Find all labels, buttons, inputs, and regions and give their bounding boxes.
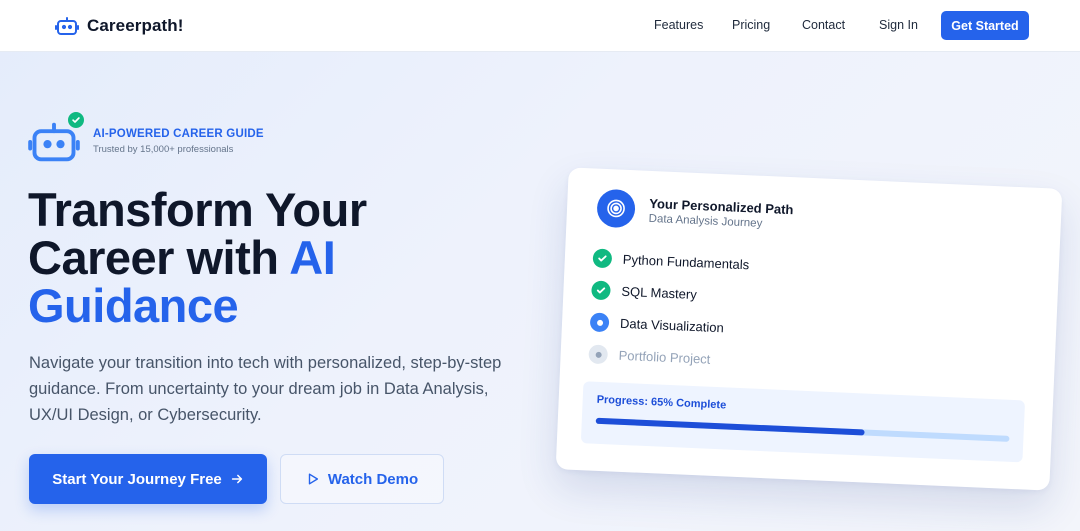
card-subtitle: Data Analysis Journey [648,212,763,230]
progress-panel: Progress: 65% Complete [580,381,1026,463]
step-label: Data Visualization [619,315,725,336]
step-label: Python Fundamentals [622,251,750,273]
badge-subtitle: Trusted by 15,000+ professionals [93,144,234,155]
check-circle-icon [592,248,613,269]
check-circle-icon [591,280,611,301]
progress-fill [595,417,865,436]
headline-line-1: Transform Your [28,183,367,236]
get-started-button[interactable]: Get Started [941,11,1029,40]
arrow-right-icon [231,474,242,484]
path-step: Python Fundamentals [592,248,750,275]
path-step: SQL Mastery [591,280,697,304]
hero-headline: Transform Your Career with AI Guidance [28,186,528,330]
check-circle-icon [66,110,86,130]
headline-accent-ai: AI [289,231,336,284]
progress-label: Progress: 65% Complete [596,393,727,412]
nav-links: Features Pricing Contact Sign In [0,0,1080,52]
headline-accent-guidance: Guidance [28,279,239,332]
nav-link-contact[interactable]: Contact [802,18,845,32]
progress-track [595,417,1010,442]
badge-title: AI-POWERED CAREER GUIDE [93,128,264,140]
start-journey-button[interactable]: Start Your Journey Free [29,454,267,504]
pending-step-icon [588,344,609,365]
personalized-path-card: Your Personalized Path Data Analysis Jou… [555,167,1063,491]
watch-demo-button[interactable]: Watch Demo [280,454,444,504]
path-step: Data Visualization [589,312,725,337]
nav-link-features[interactable]: Features [654,18,703,32]
target-icon [596,188,636,229]
top-nav: Careerpath! Features Pricing Contact Sig… [0,0,1080,52]
step-label: Portfolio Project [618,347,711,367]
hero-description: Navigate your transition into tech with … [29,354,502,424]
headline-line-2: Career with [28,231,290,284]
path-step: Portfolio Project [588,344,711,368]
ai-badge-icon [28,110,88,166]
current-step-icon [589,312,610,333]
step-label: SQL Mastery [621,283,698,303]
nav-link-pricing[interactable]: Pricing [732,18,770,32]
watch-demo-label: Watch Demo [327,470,419,488]
start-journey-label: Start Your Journey Free [52,470,222,488]
play-icon [308,473,318,485]
nav-link-sign-in[interactable]: Sign In [879,18,918,32]
